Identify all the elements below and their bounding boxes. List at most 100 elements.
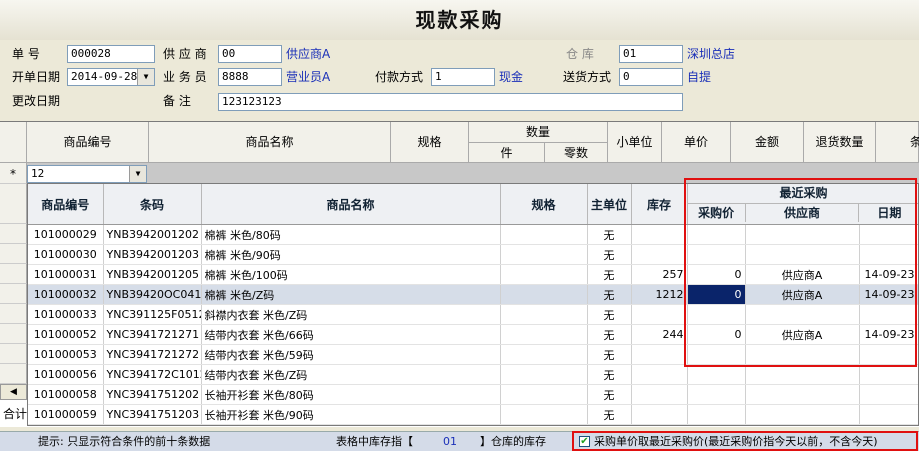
row-unit: 无 — [587, 305, 631, 325]
col-header-cut[interactable]: 条 — [876, 122, 919, 163]
row-code: 101000052 — [28, 325, 103, 345]
lookup-row[interactable]: 101000056 YNC394172C1012Z 结带内衣套 米色/Z码 无 — [28, 365, 919, 385]
row-name: 结带内衣套 米色/Z码 — [201, 365, 500, 385]
row-recent-price — [687, 365, 745, 385]
row-name: 棉裤 米色/80码 — [201, 225, 500, 245]
payment-code-field[interactable]: 1 — [431, 68, 495, 86]
chevron-down-icon[interactable]: ▼ — [137, 69, 154, 85]
row-spec — [500, 325, 587, 345]
col-header-spec[interactable]: 规格 — [391, 122, 469, 163]
row-unit: 无 — [587, 245, 631, 265]
product-code-combo[interactable]: 12 ▼ — [27, 165, 147, 183]
payment-name-link[interactable]: 现金 — [499, 67, 523, 87]
row-spec — [500, 245, 587, 265]
row-header — [0, 224, 27, 244]
row-code: 101000053 — [28, 345, 103, 365]
delivery-name-link[interactable]: 自提 — [687, 67, 711, 87]
lookup-header-barcode[interactable]: 条码 — [103, 184, 201, 225]
col-header-name[interactable]: 商品名称 — [149, 122, 391, 163]
lookup-header-code[interactable]: 商品编号 — [28, 184, 103, 225]
lookup-header-spec[interactable]: 规格 — [500, 184, 587, 225]
row-header — [0, 324, 27, 344]
row-stock — [631, 405, 687, 425]
row-barcode: YNC3941751202 — [103, 385, 201, 405]
col-header-return-qty[interactable]: 退货数量 — [804, 122, 876, 163]
row-code: 101000029 — [28, 225, 103, 245]
remark-field[interactable]: 123123123 — [218, 93, 683, 111]
row-header — [0, 364, 27, 384]
open-date-label: 开单日期 — [12, 67, 60, 87]
lookup-row[interactable]: 101000059 YNC3941751203 长袖开衫套 米色/90码 无 — [28, 405, 919, 425]
doc-no-field[interactable]: 000028 — [67, 45, 155, 63]
warehouse-name-link[interactable]: 深圳总店 — [687, 44, 735, 64]
supplier-code-field[interactable]: 00 — [218, 45, 282, 63]
row-spec — [500, 265, 587, 285]
scroll-left-arrow[interactable]: ◀ — [0, 384, 27, 400]
salesman-label: 业 务 员 — [163, 67, 207, 87]
row-stock — [631, 385, 687, 405]
row-code: 101000059 — [28, 405, 103, 425]
row-barcode: YNC3941721271 — [103, 325, 201, 345]
remark-label: 备 注 — [163, 91, 191, 111]
row-recent-date — [859, 365, 919, 385]
row-stock: 244 — [631, 325, 687, 345]
row-recent-supplier — [745, 385, 859, 405]
row-unit: 无 — [587, 285, 631, 305]
row-code: 101000030 — [28, 245, 103, 265]
col-header-price[interactable]: 单价 — [662, 122, 731, 163]
row-stock — [631, 365, 687, 385]
row-code: 101000033 — [28, 305, 103, 325]
row-barcode: YNB3942001202 — [103, 225, 201, 245]
row-barcode: YNC391125F0512Z — [103, 305, 201, 325]
row-name: 棉裤 米色/Z码 — [201, 285, 500, 305]
row-code: 101000056 — [28, 365, 103, 385]
col-header-qty-piece[interactable]: 件 — [469, 143, 545, 163]
row-spec — [500, 385, 587, 405]
recent-price-option[interactable]: ✔ 采购单价取最近采购价(最近采购价指今天以前，不含今天) — [572, 431, 918, 451]
col-header-code[interactable]: 商品编号 — [27, 122, 149, 163]
row-stock: 1212 — [631, 285, 687, 305]
col-header-amount[interactable]: 金额 — [731, 122, 804, 163]
row-barcode: YNB3942001203 — [103, 245, 201, 265]
row-code: 101000058 — [28, 385, 103, 405]
delivery-label: 送货方式 — [563, 67, 611, 87]
row-unit: 无 — [587, 385, 631, 405]
open-date-value: 2014-09-28 — [71, 70, 137, 83]
row-unit: 无 — [587, 325, 631, 345]
supplier-name-link[interactable]: 供应商A — [286, 44, 330, 64]
row-name: 结带内衣套 米色/59码 — [201, 345, 500, 365]
row-recent-supplier — [745, 405, 859, 425]
warehouse-code-field[interactable]: 01 — [619, 45, 683, 63]
lookup-header-stock[interactable]: 库存 — [631, 184, 687, 225]
salesman-code-field[interactable]: 8888 — [218, 68, 282, 86]
row-unit: 无 — [587, 265, 631, 285]
col-header-qty-loose[interactable]: 零数 — [545, 143, 608, 163]
row-header — [0, 244, 27, 264]
row-header — [0, 344, 27, 364]
product-code-input: 12 — [31, 167, 44, 180]
row-unit: 无 — [587, 225, 631, 245]
status-hint: 提示: 只显示符合条件的前十条数据 — [38, 432, 210, 451]
row-header — [0, 264, 27, 284]
delivery-code-field[interactable]: 0 — [619, 68, 683, 86]
lookup-row[interactable]: 101000058 YNC3941751202 长袖开衫套 米色/80码 无 — [28, 385, 919, 405]
row-unit: 无 — [587, 365, 631, 385]
doc-no-label: 单 号 — [12, 44, 40, 64]
grid-corner — [0, 122, 27, 163]
payment-label: 付款方式 — [375, 67, 423, 87]
recent-price-checkbox-label[interactable]: 采购单价取最近采购价(最近采购价指今天以前，不含今天) — [594, 432, 878, 451]
total-label: 合计 — [3, 404, 27, 424]
col-header-small-unit[interactable]: 小单位 — [608, 122, 662, 163]
row-header — [0, 284, 27, 304]
checkbox-checked-icon[interactable]: ✔ — [579, 436, 590, 447]
row-header — [0, 184, 27, 224]
row-barcode: YNC3941721272 — [103, 345, 201, 365]
row-recent-price — [687, 385, 745, 405]
stock-note-warehouse: 01 — [443, 432, 457, 451]
open-date-picker[interactable]: 2014-09-28 ▼ — [67, 68, 155, 86]
salesman-name-link[interactable]: 营业员A — [286, 67, 330, 87]
row-name: 长袖开衫套 米色/80码 — [201, 385, 500, 405]
chevron-down-icon[interactable]: ▼ — [129, 166, 146, 182]
lookup-header-unit[interactable]: 主单位 — [587, 184, 631, 225]
lookup-header-name[interactable]: 商品名称 — [201, 184, 500, 225]
